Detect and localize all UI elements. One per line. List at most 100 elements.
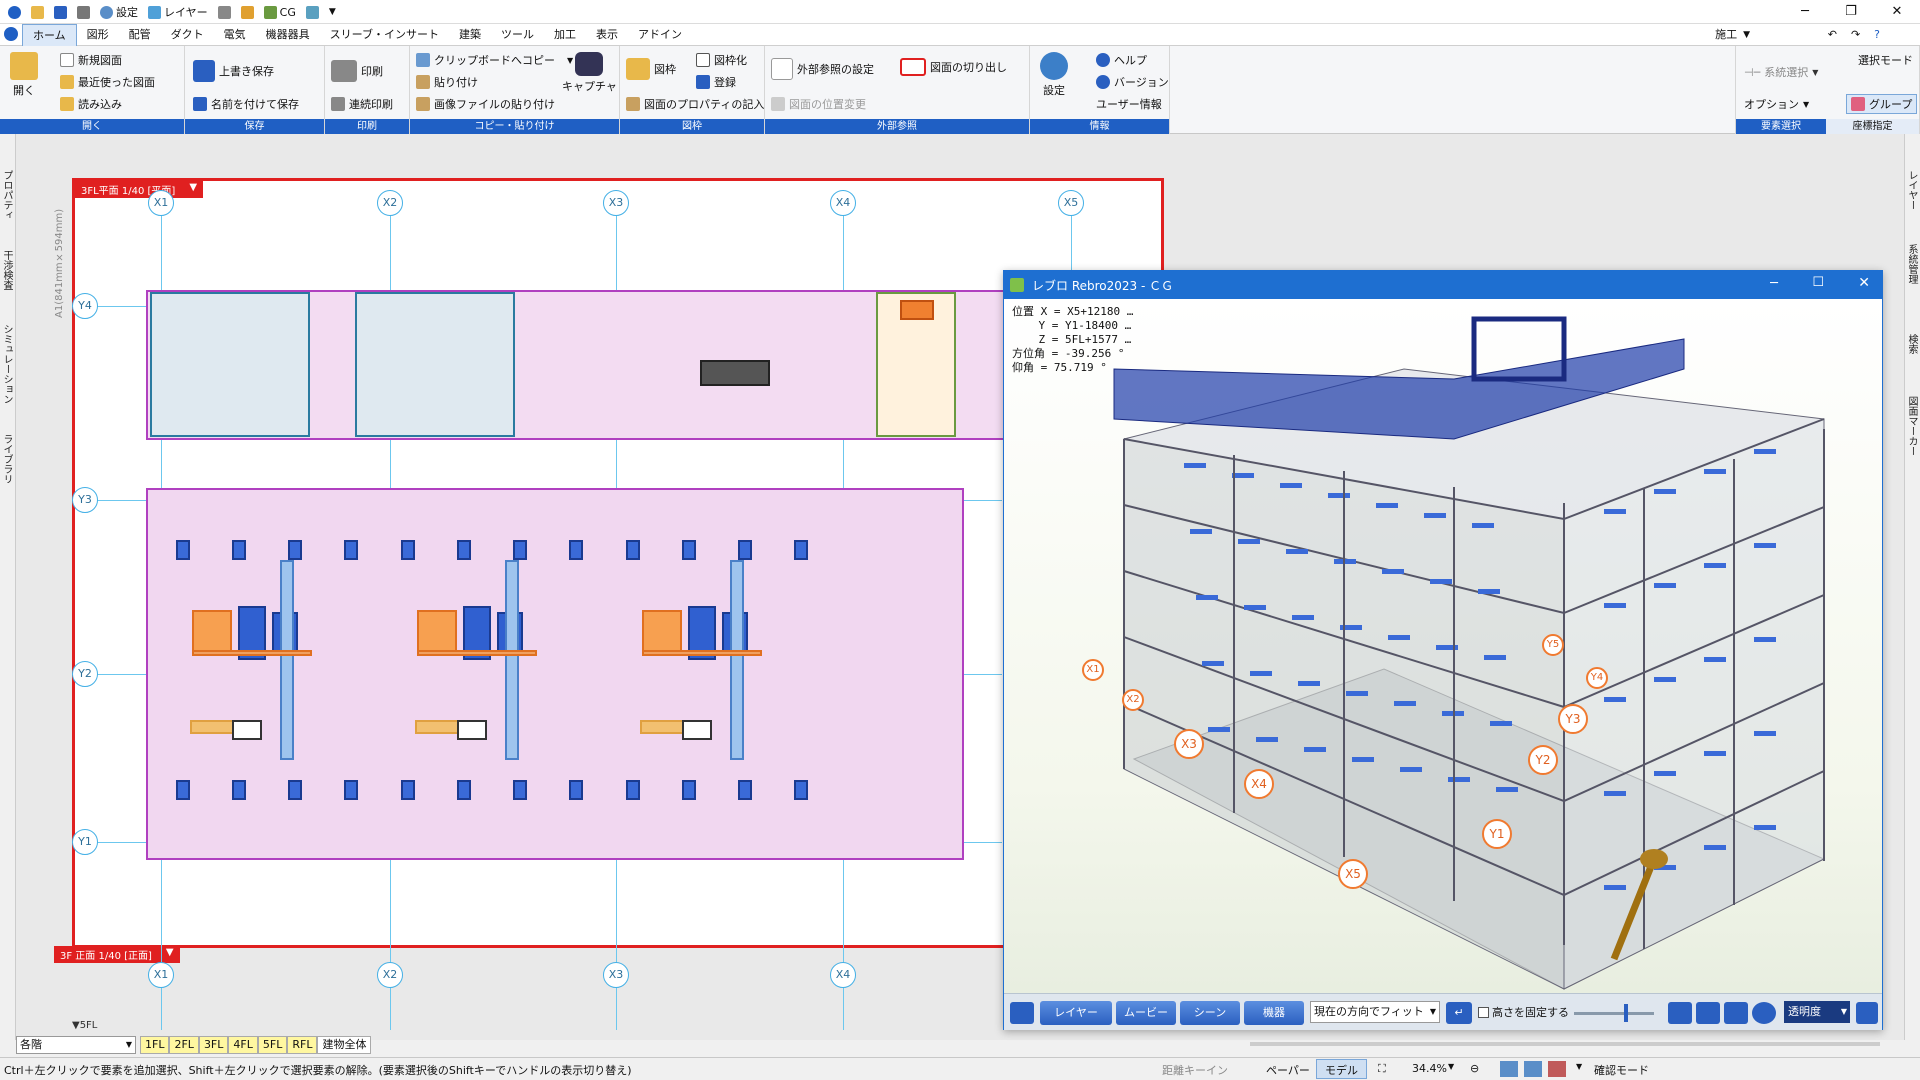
select-mode-button[interactable]: 選択モード <box>1858 52 1913 68</box>
continuous-print-button[interactable]: 連続印刷 <box>331 96 393 112</box>
model-tab[interactable]: モデル <box>1316 1059 1367 1079</box>
distance-keyin[interactable]: 距離キーイン <box>1162 1062 1228 1078</box>
xref-setting-button[interactable]: 外部参照の設定 <box>771 58 874 80</box>
open-folder-icon[interactable] <box>31 5 44 19</box>
menu-5[interactable]: 機器器具 <box>256 24 320 46</box>
new-drawing-button[interactable]: 新規図面 <box>60 52 122 68</box>
floor-tab-0[interactable]: 1FL <box>140 1036 170 1054</box>
tab-search[interactable]: 検索 <box>1906 334 1919 354</box>
floor-select[interactable]: 各階 ▼ <box>16 1036 136 1054</box>
paste-image-button[interactable]: 画像ファイルの貼り付け <box>416 96 555 112</box>
register-button[interactable]: 登録 <box>696 74 736 90</box>
qa-layer-button[interactable]: レイヤー <box>148 4 208 20</box>
floor-tab-1[interactable]: 2FL <box>169 1036 199 1054</box>
tab-library[interactable]: ライブラリ <box>1 434 14 484</box>
mode-dropdown[interactable]: 施工 ▼ <box>1715 24 1750 46</box>
tab-layer[interactable]: レイヤー <box>1906 170 1919 210</box>
menu-7[interactable]: 建築 <box>449 24 491 46</box>
maximize-icon[interactable]: ☐ <box>1812 275 1824 290</box>
menu-4[interactable]: 電気 <box>214 24 256 46</box>
menu-9[interactable]: 加工 <box>544 24 586 46</box>
frame-button[interactable]: 図枠 <box>626 58 676 80</box>
qa-settings-button[interactable]: 設定 <box>100 4 138 20</box>
cg-movie-button[interactable]: ムービー <box>1116 1001 1176 1025</box>
cg-equip-button[interactable]: 機器 <box>1244 1001 1304 1025</box>
print-button[interactable]: 印刷 <box>331 60 383 82</box>
app-menu-icon[interactable] <box>4 27 18 41</box>
paper-tab[interactable]: ペーパー <box>1266 1062 1310 1078</box>
zoom-level[interactable]: 34.4% <box>1412 1062 1447 1075</box>
minimize-icon[interactable]: ─ <box>1782 0 1828 24</box>
confirm-mode[interactable]: 確認モード <box>1594 1062 1649 1078</box>
info-settings-button[interactable]: 設定 <box>1040 52 1068 98</box>
menu-8[interactable]: ツール <box>491 24 544 46</box>
transparency-select[interactable]: 透明度 ▼ <box>1784 1001 1850 1023</box>
floor-tab-2[interactable]: 3FL <box>198 1036 229 1054</box>
lock-icon[interactable] <box>240 5 254 19</box>
ortho-icon[interactable] <box>1524 1061 1542 1077</box>
capture-button[interactable]: キャプチャ <box>562 52 617 94</box>
grid-snap-icon[interactable] <box>1548 1061 1566 1077</box>
position-change-button[interactable]: 図面の位置変更 <box>771 96 866 112</box>
cg-scene-button[interactable]: シーン <box>1180 1001 1240 1025</box>
camera-icon[interactable] <box>1696 1002 1720 1024</box>
horizontal-scrollbar[interactable] <box>1250 1042 1880 1046</box>
cg-3d-viewport[interactable]: 位置 X = X5+12180 … Y = Y1-18400 … Z = 5FL… <box>1004 299 1882 993</box>
print-icon[interactable] <box>77 5 90 19</box>
minimize-icon[interactable]: ─ <box>1770 276 1778 291</box>
chevron-down-icon[interactable]: ▼ <box>1448 1062 1454 1071</box>
cut-drawing-button[interactable]: 図面の切り出し <box>900 58 1007 76</box>
zoom-out-icon[interactable]: ⊖ <box>1470 1062 1479 1075</box>
paste-button[interactable]: 貼り付け <box>416 74 478 90</box>
plan-view-label[interactable]: 3FL平面 1/40 [平面] ▼ <box>75 181 204 198</box>
floor-tab-5[interactable]: RFL <box>287 1036 318 1054</box>
open-button[interactable]: 開く <box>10 52 38 98</box>
undo-icon[interactable]: ↶ <box>1828 28 1837 41</box>
dock-icon[interactable] <box>1856 1002 1878 1024</box>
cg-settings-icon[interactable] <box>1010 1002 1034 1024</box>
redo-icon[interactable]: ↷ <box>1851 28 1860 41</box>
menu-0[interactable]: ホーム <box>22 24 77 46</box>
floor-tab-3[interactable]: 4FL <box>228 1036 258 1054</box>
close-icon[interactable]: ✕ <box>1858 275 1870 291</box>
group-button[interactable]: グループ <box>1846 94 1918 114</box>
cg-fit-select[interactable]: 現在の方向でフィット ▼ <box>1310 1001 1440 1023</box>
cg-layer-button[interactable]: レイヤー <box>1040 1001 1112 1025</box>
fit-screen-icon[interactable]: ⛶ <box>1378 1062 1386 1076</box>
restore-icon[interactable]: ❐ <box>1828 0 1874 24</box>
user-info-button[interactable]: ユーザー情報 <box>1096 96 1162 112</box>
navigation-icon[interactable] <box>1752 1002 1776 1024</box>
tab-system[interactable]: 系統管理 <box>1906 244 1919 284</box>
option-button[interactable]: オプション ▼ <box>1744 96 1809 112</box>
save-icon[interactable] <box>54 5 67 19</box>
system-select-button[interactable]: ⊣─ 系統選択 ▼ <box>1744 64 1818 80</box>
frameize-button[interactable]: 図枠化 <box>696 52 747 68</box>
tab-simulation[interactable]: シミュレーション <box>1 324 14 404</box>
swap-icon[interactable] <box>1668 1002 1692 1024</box>
save-as-button[interactable]: 名前を付けて保存 <box>193 96 299 112</box>
floor-tab-4[interactable]: 5FL <box>257 1036 288 1054</box>
tab-marker[interactable]: 図面マーカー <box>1906 396 1919 456</box>
close-icon[interactable]: ✕ <box>1874 0 1920 24</box>
overwrite-save-button[interactable]: 上書き保存 <box>193 60 274 82</box>
menu-11[interactable]: アドイン <box>628 24 692 46</box>
menu-2[interactable]: 配管 <box>119 24 161 46</box>
cg-window[interactable]: レブロ Rebro2023 - ＣＧ ─ ☐ ✕ 位置 X = X5+12180… <box>1003 270 1883 1030</box>
drawing-props-button[interactable]: 図面のプロパティの記入 <box>626 96 764 112</box>
image-icon[interactable] <box>305 5 319 19</box>
help-button[interactable]: ヘルプ <box>1096 52 1147 68</box>
version-button[interactable]: バージョン <box>1096 74 1169 90</box>
qa-cg-button[interactable]: CG <box>263 5 296 19</box>
tab-properties[interactable]: プロパティ <box>1 170 14 220</box>
menu-6[interactable]: スリーブ・インサート <box>320 24 449 46</box>
enter-icon[interactable]: ↵ <box>1446 1002 1472 1024</box>
slider-handle[interactable] <box>1624 1004 1628 1022</box>
tab-interference[interactable]: 干渉検査 <box>1 250 14 290</box>
chevron-down-icon[interactable]: ▼ <box>1576 1062 1582 1071</box>
menu-1[interactable]: 図形 <box>77 24 119 46</box>
copy-clipboard-button[interactable]: クリップボードへコピー ▼ <box>416 52 573 68</box>
snap-icon[interactable] <box>1500 1061 1518 1077</box>
grid-icon[interactable] <box>217 5 231 19</box>
menu-10[interactable]: 表示 <box>586 24 628 46</box>
height-slider[interactable] <box>1574 1012 1654 1015</box>
